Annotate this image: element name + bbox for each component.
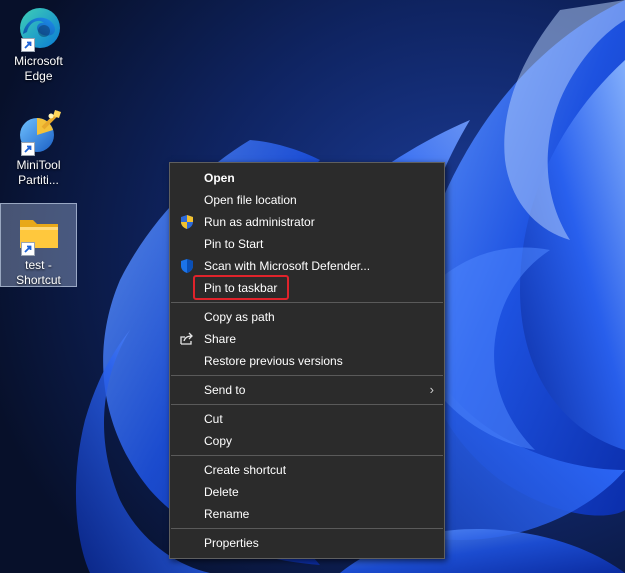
menu-item-copy-as-path[interactable]: Copy as path	[170, 306, 444, 328]
menu-item-label: Cut	[204, 412, 223, 426]
menu-separator	[171, 528, 443, 529]
desktop-icon-microsoft-edge[interactable]: Microsoft Edge	[0, 4, 77, 84]
menu-item-create-shortcut[interactable]: Create shortcut	[170, 459, 444, 481]
chevron-right-icon: ›	[429, 382, 434, 397]
desktop-icon-label: Shortcut	[16, 273, 61, 287]
menu-separator	[171, 302, 443, 303]
desktop-icon-label: Partiti...	[18, 173, 59, 187]
menu-item-open[interactable]: Open	[170, 167, 444, 189]
menu-item-label: Rename	[204, 507, 250, 521]
menu-item-delete[interactable]: Delete	[170, 481, 444, 503]
menu-item-label: Share	[204, 332, 237, 346]
desktop-icon-label: MiniTool	[16, 158, 61, 172]
share-icon	[179, 331, 195, 347]
menu-separator	[171, 375, 443, 376]
menu-item-label: Run as administrator	[204, 215, 315, 229]
minitool-icon	[15, 108, 63, 156]
shield-icon	[179, 214, 195, 230]
desktop-icon-label: Edge	[24, 69, 53, 83]
menu-item-label: Copy as path	[204, 310, 275, 324]
folder-icon	[15, 208, 63, 256]
menu-item-share[interactable]: Share	[170, 328, 444, 350]
menu-item-scan-with-defender[interactable]: Scan with Microsoft Defender...	[170, 255, 444, 277]
menu-item-properties[interactable]: Properties	[170, 532, 444, 554]
context-menu: Open Open file location Run as administr…	[169, 162, 445, 559]
desktop-icon-label: test -	[25, 258, 52, 272]
menu-item-label: Delete	[204, 485, 239, 499]
menu-item-open-file-location[interactable]: Open file location	[170, 189, 444, 211]
desktop-icon-label: Microsoft	[14, 54, 63, 68]
menu-item-run-as-administrator[interactable]: Run as administrator	[170, 211, 444, 233]
menu-item-pin-to-start[interactable]: Pin to Start	[170, 233, 444, 255]
menu-item-label: Properties	[204, 536, 259, 550]
menu-item-label: Pin to Start	[204, 237, 264, 251]
menu-item-label: Create shortcut	[204, 463, 287, 477]
shortcut-arrow-icon	[20, 242, 35, 256]
menu-separator	[171, 455, 443, 456]
menu-item-rename[interactable]: Rename	[170, 503, 444, 525]
desktop-icon-minitool[interactable]: MiniTool Partiti...	[0, 108, 77, 188]
menu-item-label: Pin to taskbar	[204, 281, 278, 295]
shortcut-arrow-icon	[20, 38, 35, 52]
shortcut-arrow-icon	[20, 142, 35, 156]
defender-icon	[179, 258, 195, 274]
menu-item-send-to[interactable]: Send to ›	[170, 379, 444, 401]
menu-separator	[171, 404, 443, 405]
menu-item-cut[interactable]: Cut	[170, 408, 444, 430]
menu-item-label: Scan with Microsoft Defender...	[204, 259, 371, 273]
menu-item-label: Open file location	[204, 193, 297, 207]
menu-item-pin-to-taskbar[interactable]: Pin to taskbar	[170, 277, 444, 299]
menu-item-copy[interactable]: Copy	[170, 430, 444, 452]
desktop-icon-test-shortcut[interactable]: test - Shortcut	[0, 203, 77, 287]
menu-item-restore-previous-versions[interactable]: Restore previous versions	[170, 350, 444, 372]
menu-item-label: Open	[204, 171, 235, 185]
menu-item-label: Copy	[204, 434, 233, 448]
menu-item-label: Send to	[204, 383, 246, 397]
edge-icon	[15, 4, 63, 52]
menu-item-label: Restore previous versions	[204, 354, 343, 368]
